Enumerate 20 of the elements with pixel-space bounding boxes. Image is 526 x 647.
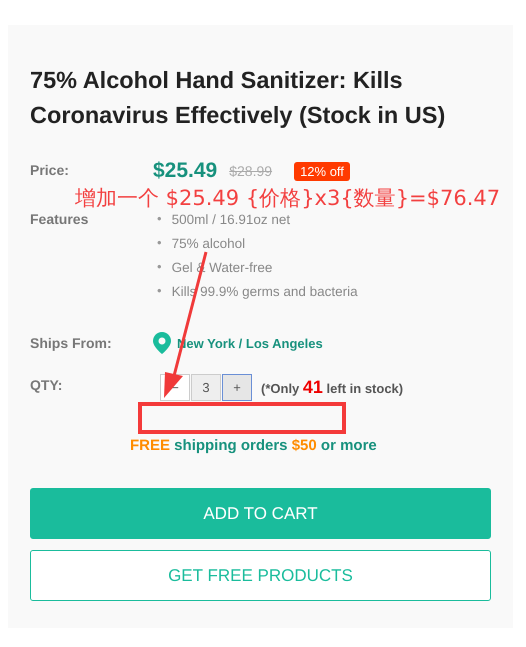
bullet: •	[157, 258, 162, 276]
quantity-value[interactable]: 3	[191, 374, 221, 401]
bullet: •	[157, 210, 162, 228]
features-label: Features	[30, 210, 90, 229]
free-shipping-note: FREE shipping orders $50 or more	[130, 437, 378, 454]
discount-badge: 12% off	[294, 162, 350, 180]
feature-item: 500ml / 16.91oz net	[172, 210, 290, 228]
location-pin-icon	[153, 332, 171, 354]
annotation-note: 增加一个 $25.49 {价格}x3{数量}=$76.47	[75, 187, 500, 210]
bullet: •	[157, 282, 162, 300]
bullet: •	[157, 234, 162, 252]
qty-label: QTY:	[30, 376, 64, 395]
increase-button[interactable]: +	[222, 374, 252, 401]
old-price: $28.99	[229, 163, 272, 179]
product-title: 75% Alcohol Hand Sanitizer: Kills Coronavirus Effectively (Stock in US)	[30, 66, 446, 130]
feature-item: 75% alcohol	[172, 234, 246, 252]
price-label: Price:	[30, 161, 70, 180]
price: $25.49	[153, 159, 218, 183]
stock-note: (*Only 41 left in stock)	[261, 377, 404, 398]
ships-from-label: Ships From:	[30, 334, 113, 353]
